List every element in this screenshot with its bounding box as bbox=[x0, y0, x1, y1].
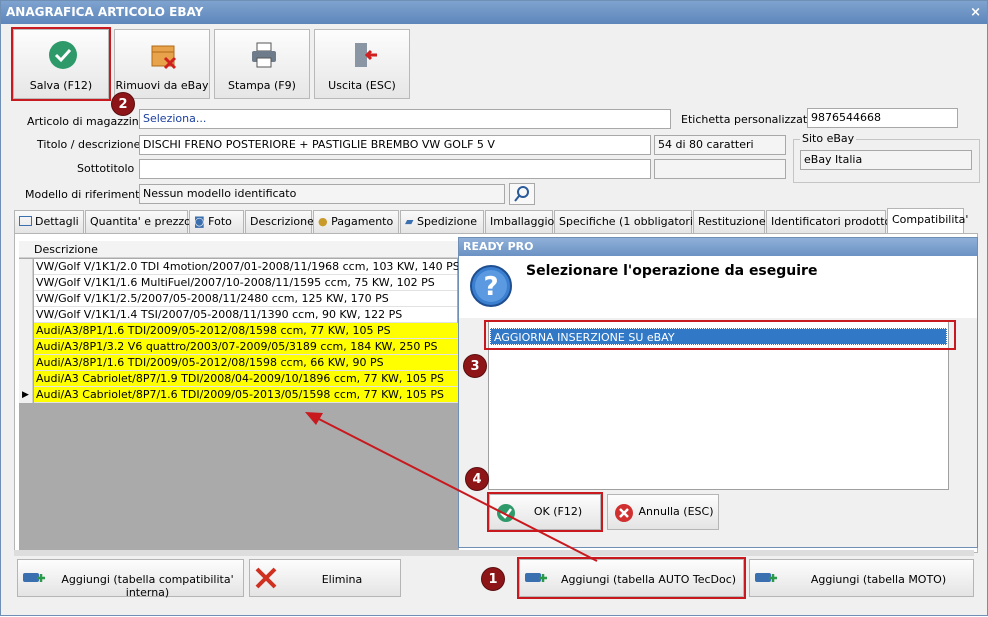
main-window: ANAGRAFICA ARTICOLO EBAY × Salva (F12) R… bbox=[0, 0, 988, 616]
step-badge-4: 4 bbox=[465, 467, 489, 491]
annotation-arrow bbox=[305, 412, 598, 562]
step-badge-1: 1 bbox=[481, 567, 505, 591]
step-badge-2: 2 bbox=[111, 92, 135, 116]
step-badge-3: 3 bbox=[463, 354, 487, 378]
